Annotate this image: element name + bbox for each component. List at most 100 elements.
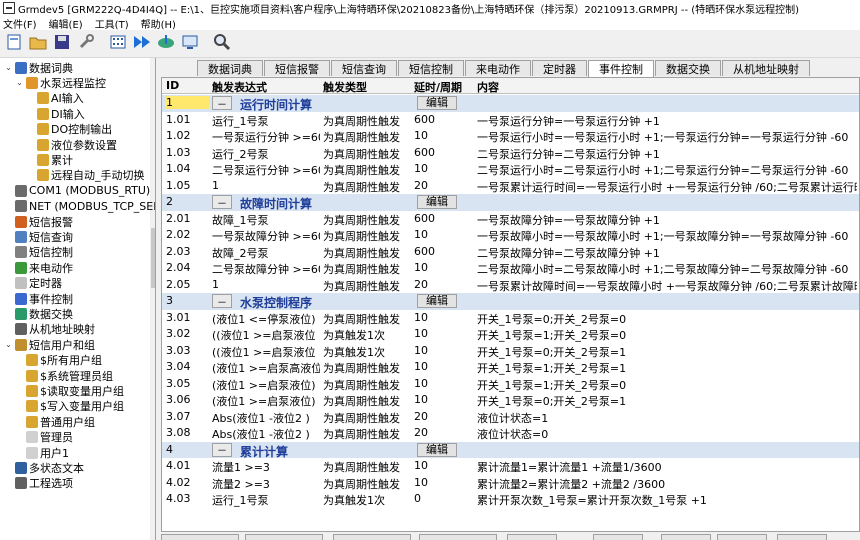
table-row[interactable]: 3.06 (液位1 >=启泵液位) 为真周期性触发 10 开关_1号泵=0;开关_2号泵… — [162, 392, 859, 409]
tab-2[interactable]: 短信查询 — [331, 60, 397, 76]
table-row[interactable]: 2.03 故障_2号泵 为真周期性触发 600 二号泵故障分钟=二号泵故障分钟 +1 — [162, 244, 859, 261]
tree-item[interactable]: DO控制输出 — [26, 122, 112, 137]
bottom-action-button[interactable] — [661, 534, 711, 540]
tree-item[interactable]: ⌄ 短信用户和组 — [4, 337, 95, 352]
table-row[interactable]: 3.02 ((液位1 >=启泵液位 为真触发1次 10 开关_1号泵=1;开关_2号泵=… — [162, 326, 859, 343]
tree-item[interactable]: $所有用户组 — [15, 353, 102, 368]
tab-1[interactable]: 短信报警 — [264, 60, 330, 76]
tree-item[interactable]: 普通用户组 — [15, 414, 95, 429]
tree-item[interactable]: COM1 (MODBUS_RTU) — [4, 183, 150, 198]
table-row[interactable]: 3.04 (液位1 >=启泵高液位 为真周期性触发 10 开关_1号泵=1;开关_2号泵… — [162, 359, 859, 376]
new-project-button[interactable] — [3, 33, 25, 55]
table-row[interactable]: 3.07 Abs(液位1 -液位2 ) 为真周期性触发 20 液位计状态=1 — [162, 409, 859, 426]
table-row[interactable]: 3.05 (液位1 >=启泵液位) 为真周期性触发 10 开关_1号泵=1;开关_2号泵… — [162, 376, 859, 393]
edit-button[interactable]: 编辑 — [417, 294, 457, 308]
tab-4[interactable]: 来电动作 — [465, 60, 531, 76]
bottom-action-button[interactable] — [717, 534, 767, 540]
tab-0[interactable]: 数据词典 — [197, 60, 263, 76]
tree-item[interactable]: $系统管理员组 — [15, 368, 113, 383]
table-row[interactable]: 4.01 流量1 >=3 为真周期性触发 10 累计流量1=累计流量1 +流量1/360… — [162, 458, 859, 475]
collapse-button[interactable]: － — [212, 442, 232, 457]
tree-item[interactable]: 来电动作 — [4, 260, 73, 275]
settings-button[interactable] — [75, 33, 97, 55]
cloud-button[interactable] — [155, 33, 177, 55]
table-row[interactable]: 3.03 ((液位1 >=启泵液位 为真触发1次 10 开关_1号泵=0;开关_2号泵=… — [162, 343, 859, 360]
bottom-action-button[interactable] — [777, 534, 827, 540]
expand-chevron-icon[interactable]: ⌄ — [15, 78, 24, 87]
tab-8[interactable]: 从机地址映射 — [722, 60, 810, 76]
tab-6[interactable]: 事件控制 — [588, 60, 654, 77]
tree-item[interactable]: 管理员 — [15, 430, 73, 445]
group-row[interactable]: 1 － 运行时间计算 编辑 — [162, 95, 859, 112]
tree-item[interactable]: 液位参数设置 — [26, 137, 117, 152]
table-row[interactable]: 2.02 一号泵故障分钟 >=60 为真周期性触发 10 一号泵故障小时=一号泵故障小时… — [162, 227, 859, 244]
tree-item[interactable]: 事件控制 — [4, 291, 73, 306]
tree-item[interactable]: 工程选项 — [4, 476, 73, 491]
bottom-action-button[interactable] — [161, 534, 239, 540]
tree-item[interactable]: 远程自动_手动切换 — [26, 168, 145, 183]
bottom-action-button[interactable] — [333, 534, 411, 540]
tab-3[interactable]: 短信控制 — [398, 60, 464, 76]
edit-button[interactable]: 编辑 — [417, 195, 457, 209]
save-project-button[interactable] — [51, 33, 73, 55]
tree-item[interactable]: 用户1 — [15, 445, 69, 460]
bottom-action-button[interactable] — [245, 534, 323, 540]
expand-chevron-icon[interactable]: ⌄ — [4, 63, 13, 72]
table-row[interactable]: 3.08 Abs(液位1 -液位2 ) 为真周期性触发 20 液位计状态=0 — [162, 425, 859, 442]
download-button[interactable] — [131, 33, 153, 55]
tree-item[interactable]: $读取变量用户组 — [15, 383, 124, 398]
menu-item[interactable]: 文件(F) — [3, 16, 37, 31]
table-row[interactable]: 1.05 1 为真周期性触发 20 一号泵累计运行时间=一号泵运行小时 +一号泵运行分钟… — [162, 178, 859, 195]
menu-item[interactable]: 编辑(E) — [49, 16, 83, 31]
menu-item[interactable]: 帮助(H) — [141, 16, 176, 31]
group-row[interactable]: 3 － 水泵控制程序 编辑 — [162, 293, 859, 310]
table-row[interactable]: 4.03 运行_1号泵 为真触发1次 0 累计开泵次数_1号泵=累计开泵次数_1号泵 +… — [162, 491, 859, 508]
edit-button[interactable]: 编辑 — [417, 96, 457, 110]
tree-item[interactable]: $写入变量用户组 — [15, 399, 124, 414]
table-row[interactable]: 3.01 (液位1 <=停泵液位) 为真周期性触发 10 开关_1号泵=0;开关_2号泵… — [162, 310, 859, 327]
collapse-button[interactable]: － — [212, 195, 232, 210]
group-row[interactable]: 2 － 故障时间计算 编辑 — [162, 194, 859, 211]
tree-item[interactable]: 短信查询 — [4, 229, 73, 244]
tree-item[interactable]: 多状态文本 — [4, 460, 84, 475]
tree-item[interactable]: ⌄ 水泵远程监控 — [15, 75, 106, 90]
tree-item[interactable]: 定时器 — [4, 276, 62, 291]
event-control-grid[interactable]: ID 触发表达式 触发类型 延时/周期 内容 1 －运行时间计算 编辑 1.01 运行_… — [161, 77, 860, 532]
table-row[interactable]: 4.02 流量2 >=3 为真周期性触发 10 累计流量2=累计流量2 +流量2 /36… — [162, 475, 859, 492]
tab-5[interactable]: 定时器 — [532, 60, 587, 76]
tree-item[interactable]: 短信控制 — [4, 245, 73, 260]
bottom-action-button[interactable] — [593, 534, 643, 540]
action-content: 一号泵累计运行时间=一号泵运行小时 +一号泵运行分钟 /60;二号泵累计运行时间 — [477, 180, 857, 194]
table-row[interactable]: 1.01 运行_1号泵 为真周期性触发 600 一号泵运行分钟=一号泵运行分钟 +1 — [162, 112, 859, 129]
project-tree[interactable]: ⌄ 数据词典 ⌄ 水泵远程监控 AI输入 DI输入 DO控制输出 液位参数设置 累计 远程自动_手… — [0, 58, 156, 540]
group-row[interactable]: 4 － 累计计算 编辑 — [162, 441, 859, 458]
bottom-action-button[interactable] — [419, 534, 497, 540]
compile-button[interactable] — [107, 33, 129, 55]
tree-item[interactable]: 数据交换 — [4, 306, 73, 321]
expand-chevron-icon[interactable]: ⌄ — [4, 340, 13, 349]
table-row[interactable]: 1.04 二号泵运行分钟 >=60 为真周期性触发 10 二号泵运行小时=二号泵运行小时… — [162, 161, 859, 178]
search-button[interactable] — [211, 33, 233, 55]
bottom-action-button[interactable] — [507, 534, 557, 540]
table-row[interactable]: 1.02 一号泵运行分钟 >=60 为真周期性触发 10 一号泵运行小时=一号泵运行小时… — [162, 128, 859, 145]
tree-item[interactable]: 从机地址映射 — [4, 322, 95, 337]
edit-button[interactable]: 编辑 — [417, 442, 457, 457]
tree-item[interactable]: AI输入 — [26, 91, 84, 106]
table-row[interactable]: 1.03 运行_2号泵 为真周期性触发 600 二号泵运行分钟=二号泵运行分钟 +1 — [162, 145, 859, 162]
tree-item[interactable]: 累计 — [26, 152, 73, 167]
tree-item[interactable]: DI输入 — [26, 106, 85, 121]
open-project-button[interactable] — [27, 33, 49, 55]
table-row[interactable]: 2.01 故障_1号泵 为真周期性触发 600 一号泵故障分钟=一号泵故障分钟 +1 — [162, 211, 859, 228]
table-row[interactable]: 2.05 1 为真周期性触发 20 一号泵累计故障时间=一号泵故障小时 +一号泵故障分钟… — [162, 277, 859, 294]
table-row[interactable]: 2.04 二号泵故障分钟 >=60 为真周期性触发 10 二号泵故障小时=二号泵故障小时… — [162, 260, 859, 277]
collapse-button[interactable]: － — [212, 96, 232, 111]
tree-item[interactable]: 短信报警 — [4, 214, 73, 229]
collapse-button[interactable]: － — [212, 294, 232, 309]
tree-scrollbar[interactable] — [150, 58, 155, 540]
tab-7[interactable]: 数据交换 — [655, 60, 721, 76]
menu-item[interactable]: 工具(T) — [95, 16, 129, 31]
tree-scrollbar-thumb[interactable] — [151, 228, 155, 288]
tree-item[interactable]: NET (MODBUS_TCP_SERVI — [4, 199, 155, 214]
tree-item[interactable]: ⌄ 数据词典 — [4, 60, 73, 75]
monitor-button[interactable] — [179, 33, 201, 55]
